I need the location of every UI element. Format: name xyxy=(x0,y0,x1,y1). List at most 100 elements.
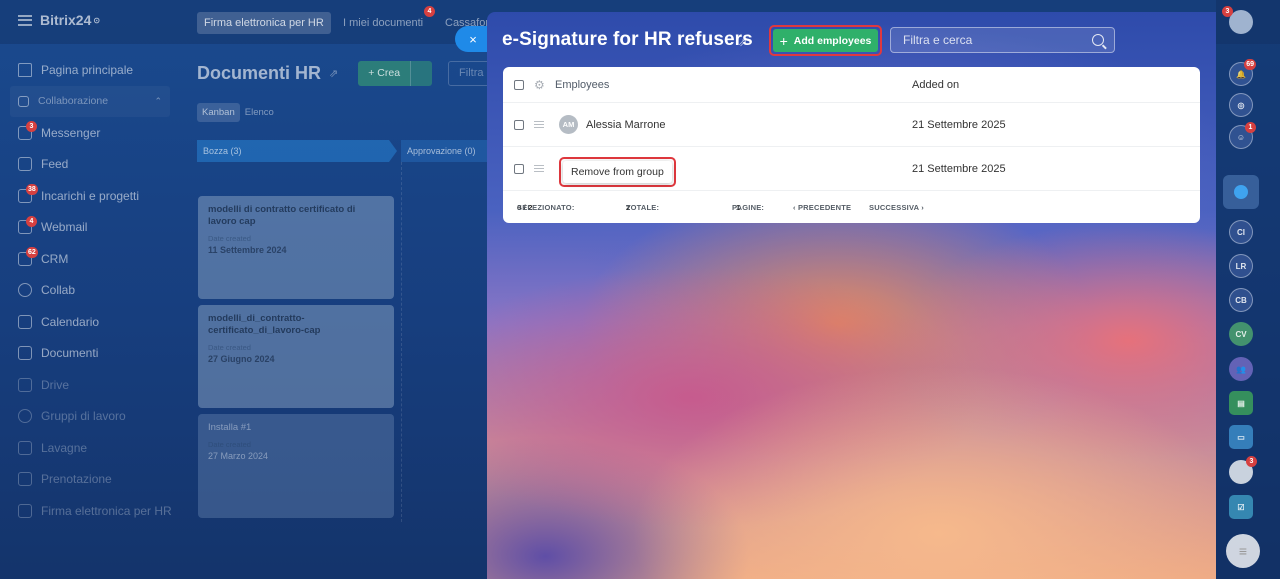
prev-page-link[interactable]: ‹ PRECEDENTE xyxy=(793,203,851,212)
tab-label: I miei documenti xyxy=(343,17,424,29)
sidebar-item-calendar[interactable]: Calendario xyxy=(0,306,180,338)
badge: 4 xyxy=(26,215,37,227)
next-page-link[interactable]: SUCCESSIVA › xyxy=(869,203,924,212)
contact-card-icon[interactable]: ▤ xyxy=(1229,391,1253,415)
board-icon xyxy=(18,440,32,455)
group-chat-icon[interactable]: 👥 xyxy=(1229,357,1253,381)
sidebar-item-messenger[interactable]: 3 Messenger xyxy=(0,117,180,149)
create-label: + Crea xyxy=(358,61,411,86)
sidebar-item-webmail[interactable]: 4 Webmail xyxy=(0,212,180,244)
remove-from-group-highlight: Remove from group xyxy=(559,157,676,187)
sidebar-item-booking[interactable]: Prenotazione xyxy=(0,464,180,496)
sidebar-item-tasks[interactable]: 38 Incarichi e progetti xyxy=(0,180,180,212)
chevron-down-icon[interactable] xyxy=(410,61,433,86)
sidebar-item-home[interactable]: Pagina principale xyxy=(0,54,180,86)
bookmark-icon[interactable] xyxy=(1223,175,1259,209)
checklist-icon[interactable]: ☑ xyxy=(1229,495,1253,519)
kanban-column-bozza[interactable]: Bozza (3) xyxy=(197,140,397,162)
row-checkbox[interactable] xyxy=(514,163,524,174)
chat-avatar-lr[interactable]: LR xyxy=(1229,254,1253,278)
close-icon: × xyxy=(469,31,477,47)
sidebar-item-label: Drive xyxy=(41,377,70,392)
menu-icon[interactable] xyxy=(18,14,32,26)
remove-from-group-menu-item[interactable]: Remove from group xyxy=(563,161,672,183)
card-date: 11 Settembre 2024 xyxy=(208,245,287,255)
row-checkbox[interactable] xyxy=(514,119,524,130)
total-count: TOTALE: 2 xyxy=(626,203,659,212)
kanban-card[interactable]: Installa #1 Date created 27 Marzo 2024 xyxy=(198,414,394,518)
chat-avatar-cv[interactable]: CV xyxy=(1229,322,1253,346)
brand[interactable]: Bitrix24 ⊙ xyxy=(18,12,100,28)
chat-avatar-cb[interactable]: CB xyxy=(1229,288,1253,312)
view-list[interactable]: Elenco xyxy=(240,103,279,122)
sidebar-item-boards[interactable]: Lavagne xyxy=(0,432,180,464)
sidebar-item-documents[interactable]: Documenti xyxy=(0,338,180,370)
drag-handle-icon[interactable] xyxy=(534,165,544,172)
table-row[interactable]: AM Alessia Marrone 21 Settembre 2025 xyxy=(503,103,1200,147)
sidebar-item-drive[interactable]: Drive xyxy=(0,369,180,401)
sidebar-item-crm[interactable]: 62 CRM xyxy=(0,243,180,275)
page-title: Documenti HR xyxy=(197,63,322,83)
search-icon[interactable] xyxy=(1092,34,1104,46)
sidebar-item-label: Pagina principale xyxy=(41,62,134,77)
tab-firma-elettronica[interactable]: Firma elettronica per HR xyxy=(197,12,331,34)
table-row[interactable]: Remove from group 21 Settembre 2025 xyxy=(503,147,1200,191)
badge: 3 xyxy=(1246,456,1257,467)
add-employees-button[interactable]: + Add employees xyxy=(773,29,878,52)
kanban-card[interactable]: modelli_di_contratto-certificato_di_lavo… xyxy=(198,305,394,408)
calendar-icon xyxy=(18,314,32,329)
card-date: 27 Giugno 2024 xyxy=(208,354,275,364)
chat-avatar-ci[interactable]: CI xyxy=(1229,220,1253,244)
pin-icon[interactable]: ⇗ xyxy=(329,67,338,80)
column-divider xyxy=(401,162,402,522)
sidebar-item-label: Prenotazione xyxy=(41,472,112,487)
employees-grid: ⚙ Employees Added on AM Alessia Marrone … xyxy=(503,67,1200,223)
sidebar-item-label: Firma elettronica per HR xyxy=(41,503,172,518)
pin-icon[interactable]: ⇗ xyxy=(738,36,747,49)
view-switch: Kanban Elenco xyxy=(197,103,279,122)
card-date-label: Date created xyxy=(208,440,251,449)
kanban-card[interactable]: modelli di contratto certificato di lavo… xyxy=(198,196,394,299)
message-icon[interactable]: ▭ xyxy=(1229,425,1253,449)
user-avatar[interactable]: 3 xyxy=(1222,6,1253,34)
card-title: modelli_di_contratto-certificato_di_lavo… xyxy=(208,313,321,336)
sidebar-item-label: Gruppi di lavoro xyxy=(41,409,126,424)
sidebar-item-feed[interactable]: Feed xyxy=(0,149,180,181)
badge: 3 xyxy=(1222,6,1233,17)
drive-icon xyxy=(18,377,32,392)
sidebar-item-groups[interactable]: Gruppi di lavoro xyxy=(0,401,180,433)
more-icon[interactable]: ≡ xyxy=(1226,534,1260,568)
avatar: AM xyxy=(559,115,578,134)
card-title: Installa #1 xyxy=(208,422,252,433)
tab-miei-documenti[interactable]: I miei documenti 4 xyxy=(336,6,435,34)
kanban-column-approvazione[interactable]: Approvazione (0) xyxy=(401,140,491,162)
pages-label: PAGINE: xyxy=(732,202,765,212)
panel-title: e-Signature for HR refusers xyxy=(502,29,753,50)
sidebar-item-collab[interactable]: Collab xyxy=(0,275,180,307)
employee-name[interactable]: Alessia Marrone xyxy=(586,119,665,131)
sidebar-item-label: Messenger xyxy=(41,125,101,140)
column-employees[interactable]: Employees xyxy=(555,79,609,91)
plus-icon: + xyxy=(779,32,788,49)
added-on-date: 21 Settembre 2025 xyxy=(912,162,1006,175)
sidebar-item-hr-sign[interactable]: Firma elettronica per HR xyxy=(0,495,180,527)
create-button[interactable]: + Crea xyxy=(358,61,433,86)
collab-icon xyxy=(18,95,29,107)
bell-icon[interactable]: 🔔 69 xyxy=(1229,59,1256,86)
copilot-icon[interactable]: ☺ 1 xyxy=(1229,122,1256,149)
close-slider-button[interactable]: × xyxy=(455,26,489,52)
spiral-icon[interactable]: ◎ xyxy=(1229,93,1253,117)
search-field[interactable] xyxy=(890,27,1115,53)
gear-icon[interactable]: ⚙ xyxy=(534,78,545,92)
sidebar-section-collaborazione[interactable]: Collaborazione ⌃ xyxy=(10,85,170,117)
add-employees-highlight: + Add employees xyxy=(769,25,882,56)
view-kanban[interactable]: Kanban xyxy=(197,103,240,122)
select-all-checkbox[interactable] xyxy=(514,79,524,90)
search-input[interactable] xyxy=(903,33,1092,47)
column-added-on[interactable]: Added on xyxy=(912,79,959,91)
badge: 69 xyxy=(1244,59,1256,70)
drag-handle-icon[interactable] xyxy=(534,121,544,128)
sidebar-item-label: Collab xyxy=(41,283,76,298)
badge: 62 xyxy=(26,247,38,258)
bot-avatar[interactable]: 3 xyxy=(1229,456,1257,484)
